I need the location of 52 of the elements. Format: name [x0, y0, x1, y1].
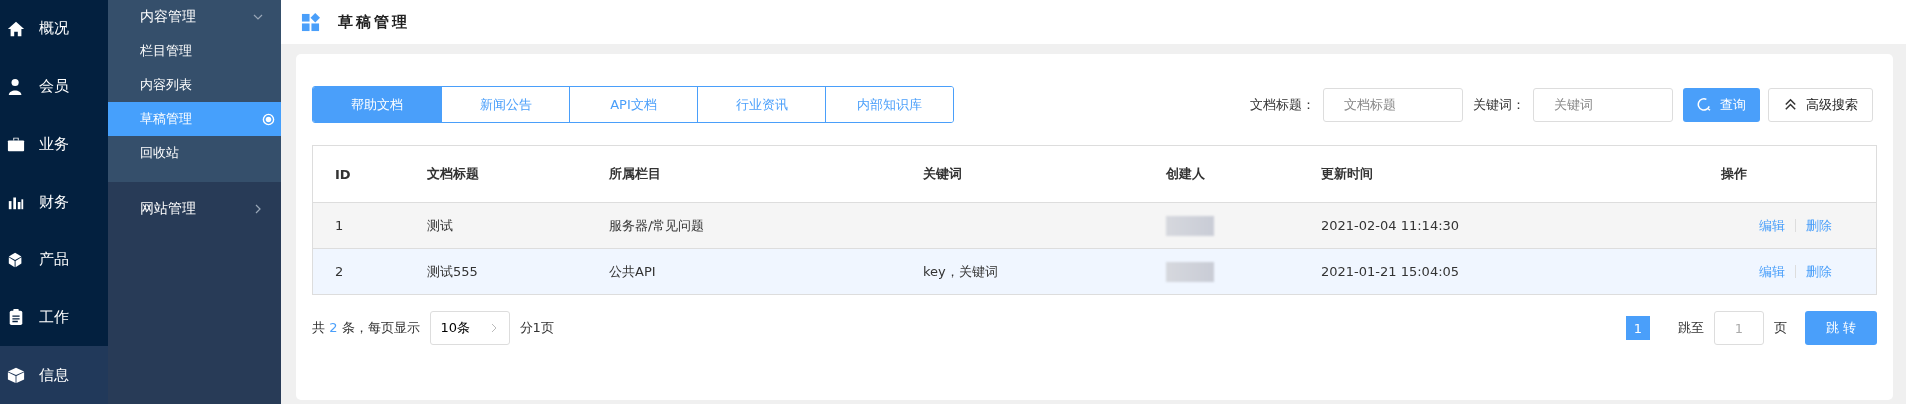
column-header: 文档标题: [427, 165, 480, 183]
radio-icon: [262, 112, 275, 126]
nav-item[interactable]: 信息: [0, 346, 108, 404]
column-header: 所属栏目: [609, 165, 662, 183]
submenu-group[interactable]: 内容管理: [108, 0, 281, 34]
filter-label: 关键词：: [1473, 95, 1525, 114]
column-header: 操作: [1720, 165, 1748, 183]
column-header: 更新时间: [1321, 165, 1374, 183]
submenu-item[interactable]: 栏目管理: [108, 34, 281, 68]
chevron-right-icon: [253, 204, 263, 214]
table-cell-text: 服务器/常见问题: [609, 216, 706, 235]
briefcase-icon: [7, 135, 25, 154]
nav-item[interactable]: 财务: [0, 173, 108, 231]
total-count-text: 共 2 条，每页显示: [312, 319, 420, 337]
filter-label: 文档标题：: [1250, 95, 1315, 114]
table-cell-text: 2: [334, 264, 345, 279]
table-cell: key，关键词: [923, 262, 998, 281]
blurred-name: [1166, 215, 1214, 236]
submenu-group[interactable]: 网站管理: [108, 192, 281, 226]
blurred-name: [1166, 261, 1214, 282]
input-field[interactable]: 文档标题: [1323, 87, 1463, 122]
home-icon: [7, 19, 25, 38]
table-cell-text: 测试555: [427, 262, 479, 281]
nav-item[interactable]: 会员: [0, 57, 108, 116]
table-cell-text: 公共API: [609, 262, 657, 281]
input-field[interactable]: 关键词: [1533, 87, 1673, 122]
double-chevron-up-icon: [1783, 97, 1798, 112]
page-count-text: 分1页: [519, 319, 554, 337]
chevron-down-icon: [253, 12, 263, 22]
page-size-select[interactable]: 10条: [429, 311, 510, 345]
advanced-search-button[interactable]: 高级搜索: [1768, 87, 1873, 122]
nav-item[interactable]: 业务: [0, 115, 108, 174]
cube-icon: [7, 366, 25, 385]
column-header: ID: [334, 166, 352, 182]
column-header: 关键词: [923, 165, 963, 183]
jump-label: 跳至: [1678, 319, 1704, 337]
table-cell-text: 1: [334, 218, 345, 233]
submenu-item[interactable]: 内容列表: [108, 68, 281, 102]
nav-item[interactable]: 产品: [0, 230, 108, 289]
page-unit-label: 页: [1774, 319, 1787, 337]
search-icon: [1697, 97, 1712, 112]
page-title: 草稿管理: [338, 12, 410, 32]
nav-item[interactable]: 概况: [0, 0, 108, 58]
table-cell-text: 2021-01-21 15:04:05: [1321, 264, 1461, 279]
table-cell-text: 2021-02-04 11:14:30: [1321, 218, 1461, 233]
column-header: 创建人: [1166, 165, 1206, 183]
submenu-item[interactable]: 回收站: [108, 136, 281, 170]
grid-icon: [301, 12, 320, 32]
nav-item[interactable]: 工作: [0, 288, 108, 347]
table-cell-text: 测试: [427, 216, 454, 235]
clipboard-icon: [7, 308, 25, 327]
page-input-field[interactable]: 1: [1714, 311, 1764, 345]
